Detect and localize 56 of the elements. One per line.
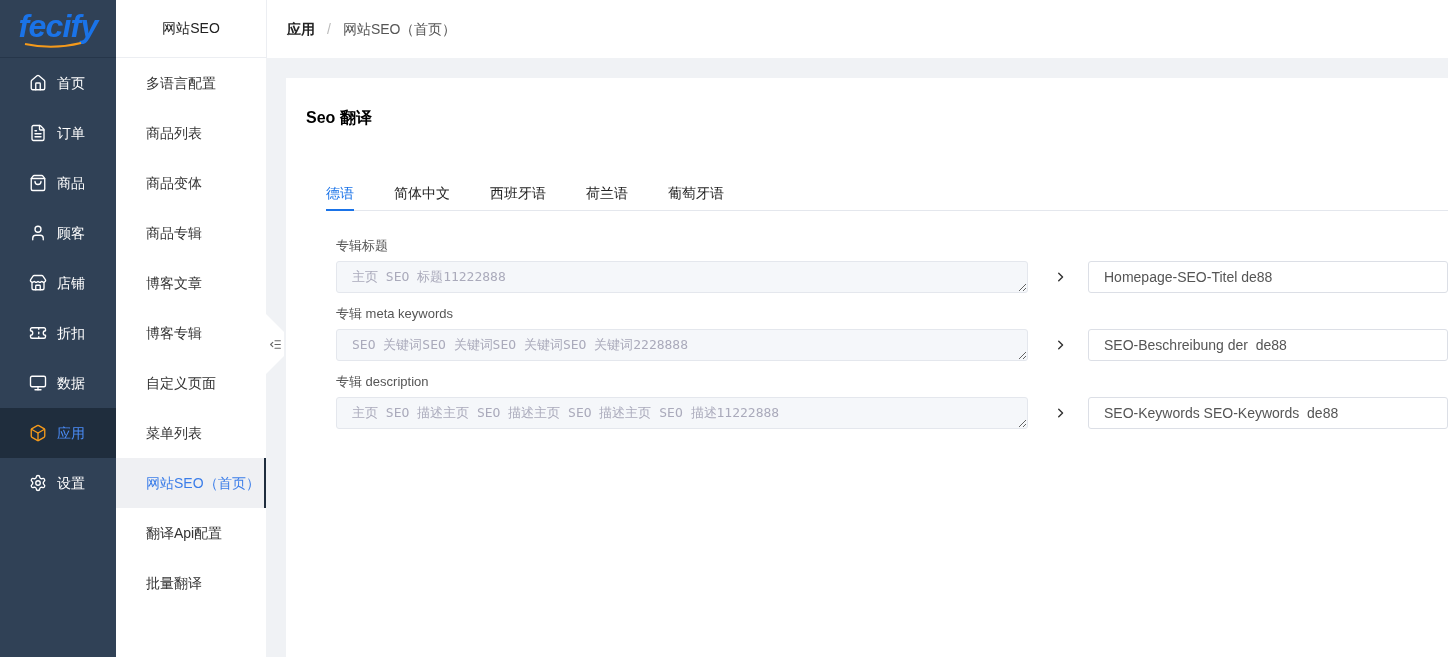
nav-item[interactable]: 首页	[0, 58, 116, 108]
language-tab[interactable]: 荷兰语	[586, 178, 628, 211]
ticket-icon	[29, 324, 47, 342]
submenu-item[interactable]: 翻译Api配置	[116, 508, 266, 558]
breadcrumb-item: 网站SEO（首页）	[342, 19, 457, 39]
nav-label: 折扣	[57, 323, 85, 343]
submenu-item[interactable]: 商品列表	[116, 108, 266, 158]
translation-input[interactable]: Homepage-SEO-Titel de88	[1088, 261, 1448, 293]
language-tab[interactable]: 德语	[326, 178, 354, 211]
nav-label: 店铺	[57, 273, 85, 293]
person-icon	[29, 224, 47, 242]
monitor-icon	[29, 374, 47, 392]
language-tab[interactable]: 西班牙语	[490, 178, 546, 211]
submenu-item[interactable]: 博客文章	[116, 258, 266, 308]
breadcrumb-item[interactable]: 应用	[287, 18, 315, 40]
submenu-item[interactable]: 自定义页面	[116, 358, 266, 408]
nav-label: 首页	[57, 73, 85, 93]
language-tab[interactable]: 葡萄牙语	[668, 178, 724, 211]
nav-item[interactable]: 设置	[0, 458, 116, 508]
translation-input[interactable]: SEO-Beschreibung der de88	[1088, 329, 1448, 361]
document-icon	[29, 124, 47, 142]
nav-item[interactable]: 折扣	[0, 308, 116, 358]
bag-icon	[29, 174, 47, 192]
field-label: 专辑 meta keywords	[336, 305, 455, 323]
nav-label: 订单	[57, 123, 85, 143]
nav-item[interactable]: 店铺	[0, 258, 116, 308]
submenu-title: 网站SEO	[162, 19, 220, 38]
submenu-item[interactable]: 商品专辑	[116, 208, 266, 258]
page-title: Seo 翻译	[306, 108, 373, 128]
cube-icon	[29, 424, 47, 442]
nav-label: 顾客	[57, 223, 85, 243]
nav-label: 商品	[57, 173, 85, 193]
field-label: 专辑标题	[336, 237, 389, 255]
nav-item[interactable]: 应用	[0, 408, 116, 458]
logo: fecify	[18, 9, 98, 48]
store-icon	[29, 274, 47, 292]
submenu-item[interactable]: 博客专辑	[116, 308, 266, 358]
nav-item[interactable]: 数据	[0, 358, 116, 408]
nav-label: 数据	[57, 373, 85, 393]
field-label: 专辑 description	[336, 373, 430, 391]
settings-icon	[29, 474, 47, 492]
language-tab[interactable]: 简体中文	[394, 178, 450, 211]
house-icon	[29, 74, 47, 92]
submenu-item[interactable]: 网站SEO（首页）	[116, 458, 266, 508]
nav-item[interactable]: 顾客	[0, 208, 116, 258]
translation-input[interactable]: SEO-Keywords SEO-Keywords de88	[1088, 397, 1448, 429]
submenu-item[interactable]: 菜单列表	[116, 408, 266, 458]
nav-label: 设置	[57, 473, 85, 493]
breadcrumb-separator: /	[327, 19, 331, 39]
submenu-item[interactable]: 商品变体	[116, 158, 266, 208]
submenu-item[interactable]: 多语言配置	[116, 58, 266, 108]
collapse-icon	[268, 337, 282, 351]
nav-item[interactable]: 订单	[0, 108, 116, 158]
submenu-item[interactable]: 批量翻译	[116, 558, 266, 608]
nav-item[interactable]: 商品	[0, 158, 116, 208]
nav-label: 应用	[57, 423, 85, 443]
